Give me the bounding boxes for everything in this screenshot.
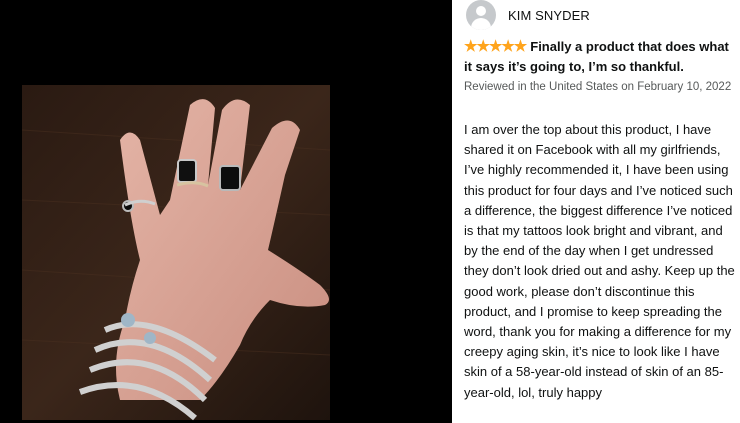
- review-headline: ★★★★★ Finally a product that does what it…: [464, 37, 736, 77]
- photo-hand-with-rings: [0, 0, 452, 423]
- review-body: I am over the top about this product, I …: [464, 122, 735, 400]
- reviewer-profile[interactable]: KIM SNYDER: [466, 0, 590, 30]
- star-rating-icon[interactable]: ★★★★★: [464, 38, 527, 55]
- review-panel: KIM SNYDER ★★★★★ Finally a product that d…: [464, 0, 736, 423]
- review-meta: Reviewed in the United States on Februar…: [464, 81, 732, 93]
- reviewer-name[interactable]: KIM SNYDER: [508, 8, 590, 23]
- avatar: [466, 0, 496, 30]
- avatar-body-icon: [471, 18, 491, 30]
- avatar-head-icon: [476, 6, 486, 16]
- review-photo[interactable]: [0, 0, 452, 423]
